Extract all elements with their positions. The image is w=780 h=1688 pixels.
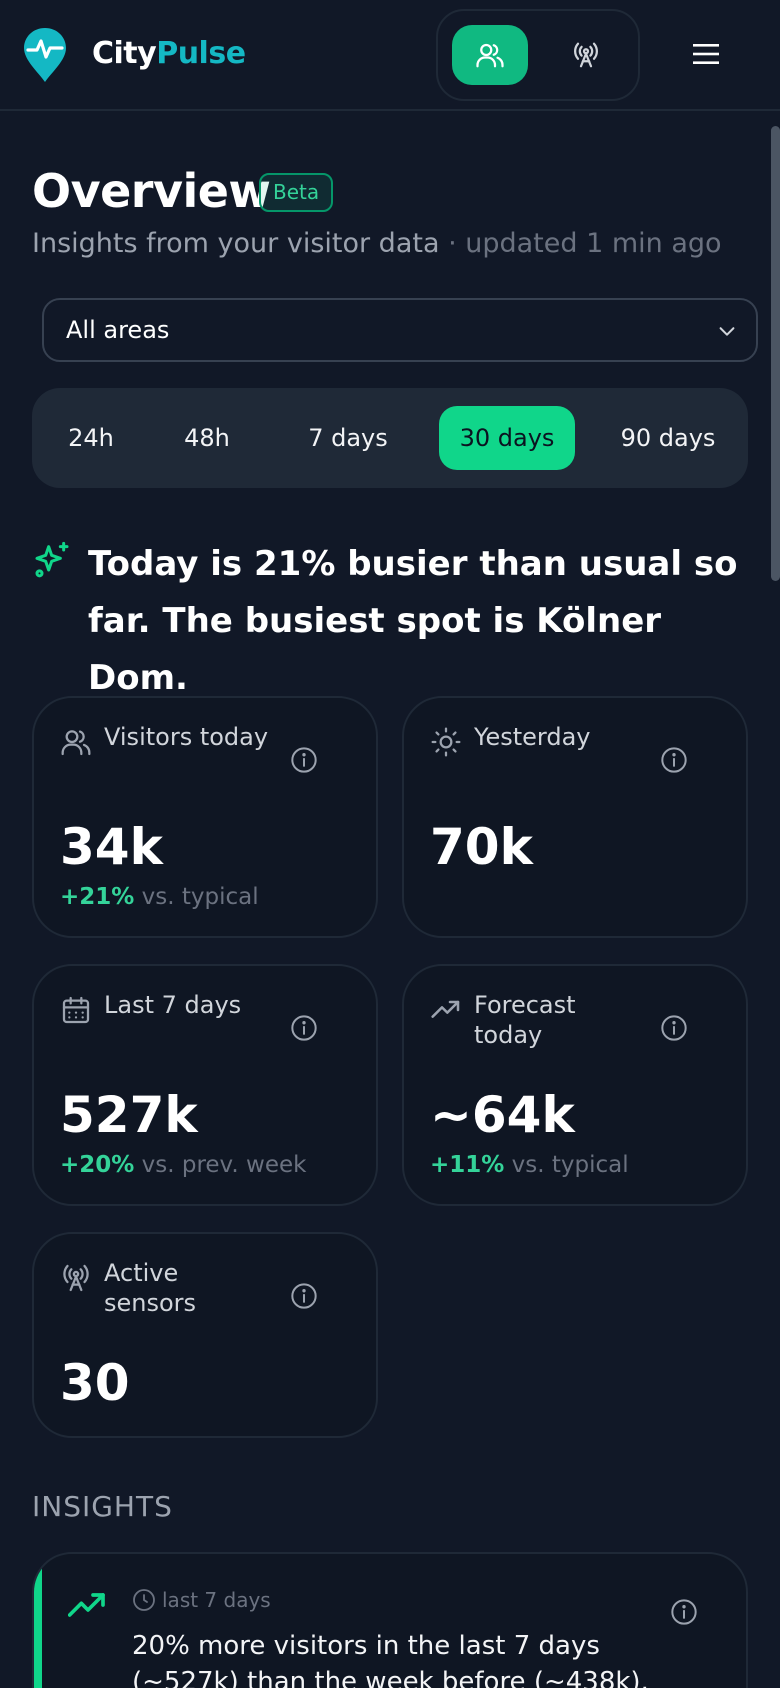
kpi-delta: +11% vs. typical [430,1152,629,1178]
daily-highlight: Today is 21% busier than usual so far. T… [88,544,738,698]
kpi-value: 70k [430,818,533,876]
kpi-delta-text: vs. typical [504,1152,629,1178]
kpi-label: Last 7 days [104,991,242,1019]
kpi-label: Yesterday [474,723,591,751]
kpi-delta-percent: +20% [60,1152,135,1178]
info-icon[interactable] [670,1598,698,1626]
info-icon[interactable] [290,1282,318,1310]
kpi-card-active-sensors[interactable]: Active sensors 30 [32,1232,378,1438]
beta-badge: Beta [259,173,334,212]
insight-text: 20% more visitors in the last 7 days (~5… [132,1631,649,1688]
kpi-value: ~64k [430,1086,575,1144]
brand-name-part2: Pulse [156,36,246,71]
kpi-delta: +20% vs. prev. week [60,1152,306,1178]
kpi-delta-text: vs. prev. week [134,1152,307,1178]
insights-heading: INSIGHTS [32,1490,173,1523]
kpi-card-forecast-today[interactable]: Forecast today ~64k +11% vs. typical [402,964,748,1206]
info-icon[interactable] [660,1014,688,1042]
calendar-icon [62,996,90,1024]
subtitle-text: Insights from your visitor data [32,228,440,259]
area-select-value: All areas [66,316,170,344]
insight-accent-bar [34,1554,42,1688]
chevron-down-icon [719,327,735,336]
view-mode-switch [436,9,640,101]
kpi-card-visitors-today[interactable]: Visitors today 34k +21% vs. typical [32,696,378,938]
kpi-card-last-7-days[interactable]: Last 7 days 527k +20% vs. prev. week [32,964,378,1206]
info-icon[interactable] [290,1014,318,1042]
insight-period: last 7 days [162,1588,271,1612]
updated-timestamp: updated 1 min ago [465,228,722,259]
range-tab-7-days[interactable]: 7 days [288,406,408,470]
brand-logo[interactable]: CityPulse [92,36,246,71]
range-tab-48h[interactable]: 48h [162,406,252,470]
sparkles-icon [35,541,69,578]
scrollbar-thumb[interactable] [771,126,780,581]
kpi-card-yesterday[interactable]: Yesterday 70k [402,696,748,938]
range-tab-90-days[interactable]: 90 days [600,406,736,470]
time-range-tabs: 24h 48h 7 days 30 days 90 days [32,388,748,488]
info-icon[interactable] [290,746,318,774]
people-icon [476,43,504,68]
sensor-mode-button[interactable] [548,25,624,85]
kpi-delta-percent: +11% [430,1152,505,1178]
range-tab-30-days[interactable]: 30 days [439,406,575,470]
kpi-label: Forecast today [474,991,576,1049]
subtitle-separator: · [439,228,466,259]
clock-icon [133,1589,155,1611]
insight-card[interactable]: last 7 days 20% more visitors in the las… [32,1552,748,1688]
logo-pin-icon [24,28,66,82]
people-icon [61,730,91,756]
kpi-value: 527k [60,1086,198,1144]
kpi-label: Active sensors [104,1259,197,1317]
app-header: CityPulse [0,0,780,111]
trend-up-icon [68,1593,105,1617]
kpi-value: 30 [60,1354,130,1412]
area-select[interactable]: All areas [42,298,758,362]
antenna-icon [63,1264,89,1292]
kpi-delta-text: vs. typical [134,884,259,910]
kpi-delta: +21% vs. typical [60,884,259,910]
info-icon[interactable] [660,746,688,774]
range-tab-24h[interactable]: 24h [46,406,136,470]
brand-name-part1: City [92,36,157,71]
page-title: Overview [32,164,271,218]
page-subtitle: Insights from your visitor data · update… [32,228,722,259]
menu-icon [693,44,719,64]
menu-button[interactable] [686,34,726,74]
people-mode-button[interactable] [452,25,528,85]
kpi-delta-percent: +21% [60,884,135,910]
kpi-label: Visitors today [104,723,269,751]
kpi-value: 34k [60,818,163,876]
sun-icon [431,727,461,757]
antenna-icon [574,42,598,68]
trend-up-icon [431,1000,460,1018]
